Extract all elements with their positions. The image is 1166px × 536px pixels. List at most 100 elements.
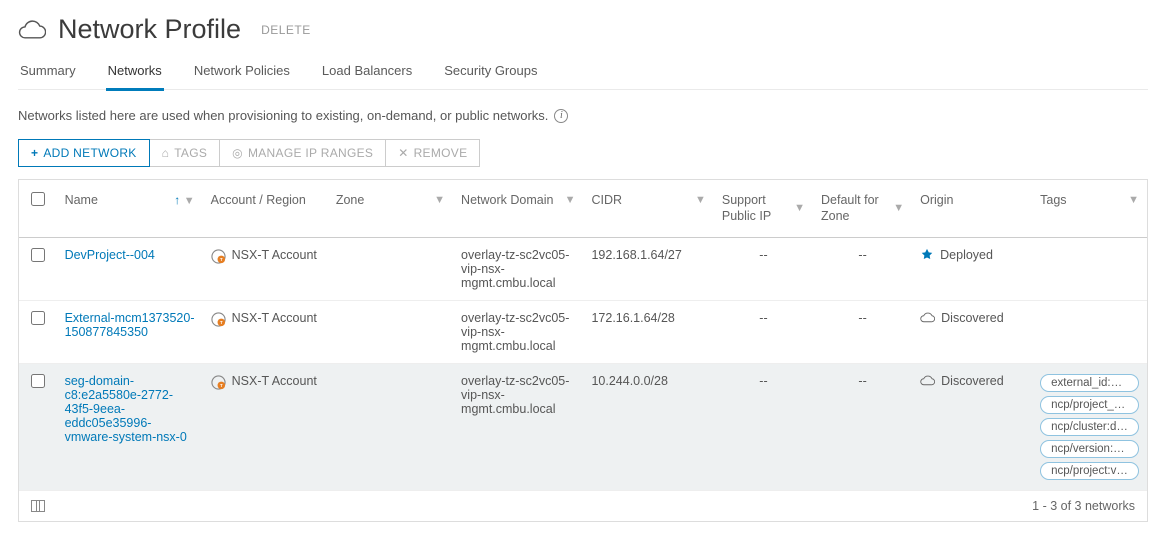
support-public-ip-cell: -- <box>714 363 813 490</box>
page-header: Network Profile DELETE <box>18 14 1148 45</box>
cidr-cell: 172.16.1.64/28 <box>583 300 713 363</box>
filter-icon[interactable]: ▼ <box>434 193 445 207</box>
network-name-link[interactable]: DevProject--004 <box>65 248 155 262</box>
filter-icon[interactable]: ▼ <box>1128 193 1139 207</box>
col-account-label: Account / Region <box>211 192 306 208</box>
col-header-domain[interactable]: Network Domain ▼ <box>453 180 583 237</box>
col-support-label: Support Public IP <box>722 192 790 225</box>
col-header-account[interactable]: Account / Region <box>203 180 328 237</box>
signpost-icon[interactable]: i <box>554 109 568 123</box>
filter-icon[interactable]: ▼ <box>184 195 195 207</box>
column-picker-button[interactable] <box>31 500 45 512</box>
cidr-cell: 192.168.1.64/27 <box>583 237 713 300</box>
account-text: NSX-T Account <box>232 374 317 388</box>
col-zone-label: Zone <box>336 192 365 208</box>
tab-network-policies[interactable]: Network Policies <box>192 55 292 91</box>
origin-text: Deployed <box>940 248 993 262</box>
account-text: NSX-T Account <box>232 311 317 325</box>
row-checkbox[interactable] <box>31 248 45 262</box>
add-network-button[interactable]: + ADD NETWORK <box>18 139 150 167</box>
tag-chip[interactable]: ncp/cluster:d… <box>1040 418 1139 436</box>
table-row: seg-domain-c8:e2a5580e-2772-43f5-9eea-ed… <box>19 363 1147 490</box>
svg-text:T: T <box>220 257 223 262</box>
tags-button[interactable]: ⌂ TAGS <box>150 139 221 167</box>
filter-icon[interactable]: ▼ <box>695 193 706 207</box>
network-name-link[interactable]: External-mcm1373520-150877845350 <box>65 311 195 339</box>
tab-networks[interactable]: Networks <box>106 55 164 91</box>
toolbar: + ADD NETWORK ⌂ TAGS ◎ MANAGE IP RANGES ✕RE… <box>18 139 1148 167</box>
col-header-origin[interactable]: Origin <box>912 180 1032 237</box>
tag-icon: ⌂ <box>162 146 170 160</box>
add-network-label: ADD NETWORK <box>43 146 136 160</box>
select-all-checkbox[interactable] <box>31 192 45 206</box>
manage-icon: ◎ <box>232 146 243 160</box>
cloud-icon <box>18 19 46 41</box>
tab-load-balancers[interactable]: Load Balancers <box>320 55 414 91</box>
network-domain-cell: overlay-tz-sc2vc05-vip-nsx-mgmt.cmbu.loc… <box>453 300 583 363</box>
manage-ip-ranges-button[interactable]: ◎ MANAGE IP RANGES <box>220 139 386 167</box>
nsx-t-icon: T <box>211 249 226 264</box>
delete-button[interactable]: DELETE <box>261 23 311 37</box>
pagination-text: 1 - 3 of 3 networks <box>1032 499 1135 513</box>
networks-table: Name ↑ ▼ Account / Region Zone ▼ Network D… <box>19 180 1147 491</box>
deployed-icon <box>920 248 934 262</box>
table-row: External-mcm1373520-150877845350 T NSX-T A… <box>19 300 1147 363</box>
support-public-ip-cell: -- <box>714 237 813 300</box>
plus-icon: + <box>31 146 38 160</box>
cidr-cell: 10.244.0.0/28 <box>583 363 713 490</box>
network-domain-cell: overlay-tz-sc2vc05-vip-nsx-mgmt.cmbu.loc… <box>453 237 583 300</box>
origin-text: Discovered <box>941 374 1004 388</box>
col-cidr-label: CIDR <box>591 192 622 208</box>
sort-asc-icon[interactable]: ↑ <box>174 193 180 207</box>
col-header-tags[interactable]: Tags ▼ <box>1032 180 1147 237</box>
filter-icon[interactable]: ▼ <box>794 201 805 215</box>
col-name-label: Name <box>65 192 98 208</box>
zone-cell <box>328 237 453 300</box>
tag-chip[interactable]: ncp/project_u… <box>1040 396 1139 414</box>
tag-chip[interactable]: external_id:8… <box>1040 374 1139 392</box>
cloud-icon <box>920 375 935 387</box>
col-header-default[interactable]: Default for Zone ▼ <box>813 180 912 237</box>
nsx-t-icon: T <box>211 312 226 327</box>
table-footer: 1 - 3 of 3 networks <box>19 491 1147 521</box>
row-checkbox[interactable] <box>31 374 45 388</box>
col-header-zone[interactable]: Zone ▼ <box>328 180 453 237</box>
col-tags-label: Tags <box>1040 192 1066 208</box>
remove-label: REMOVE <box>414 146 468 160</box>
zone-cell <box>328 300 453 363</box>
zone-cell <box>328 363 453 490</box>
col-header-support[interactable]: Support Public IP ▼ <box>714 180 813 237</box>
tag-chip[interactable]: ncp/version:1.… <box>1040 440 1139 458</box>
col-default-label: Default for Zone <box>821 192 889 225</box>
default-for-zone-cell: -- <box>813 363 912 490</box>
filter-icon[interactable]: ▼ <box>893 201 904 215</box>
row-checkbox[interactable] <box>31 311 45 325</box>
default-for-zone-cell: -- <box>813 300 912 363</box>
tabs: Summary Networks Network Policies Load B… <box>18 55 1148 90</box>
manage-label: MANAGE IP RANGES <box>248 146 373 160</box>
tab-security-groups[interactable]: Security Groups <box>442 55 539 91</box>
origin-text: Discovered <box>941 311 1004 325</box>
tags-cell: external_id:8… ncp/project_u… ncp/cluster:… <box>1040 374 1139 480</box>
filter-icon[interactable]: ▼ <box>565 193 576 207</box>
network-domain-cell: overlay-tz-sc2vc05-vip-nsx-mgmt.cmbu.loc… <box>453 363 583 490</box>
network-name-link[interactable]: seg-domain-c8:e2a5580e-2772-43f5-9eea-ed… <box>65 374 187 444</box>
nsx-t-icon: T <box>211 375 226 390</box>
remove-button[interactable]: ✕REMOVE <box>386 139 480 167</box>
cloud-icon <box>920 312 935 324</box>
col-header-name[interactable]: Name ↑ ▼ <box>57 180 203 237</box>
tab-summary[interactable]: Summary <box>18 55 78 91</box>
info-bar: Networks listed here are used when provi… <box>18 108 1148 123</box>
info-text: Networks listed here are used when provi… <box>18 108 548 123</box>
default-for-zone-cell: -- <box>813 237 912 300</box>
tag-chip[interactable]: ncp/project:v… <box>1040 462 1139 480</box>
page-title: Network Profile <box>58 14 241 45</box>
account-text: NSX-T Account <box>232 248 317 262</box>
tags-label: TAGS <box>174 146 207 160</box>
col-header-cidr[interactable]: CIDR ▼ <box>583 180 713 237</box>
col-domain-label: Network Domain <box>461 192 553 208</box>
svg-text:T: T <box>220 320 223 325</box>
support-public-ip-cell: -- <box>714 300 813 363</box>
networks-table-wrap: Name ↑ ▼ Account / Region Zone ▼ Network D… <box>18 179 1148 522</box>
col-origin-label: Origin <box>920 192 953 208</box>
